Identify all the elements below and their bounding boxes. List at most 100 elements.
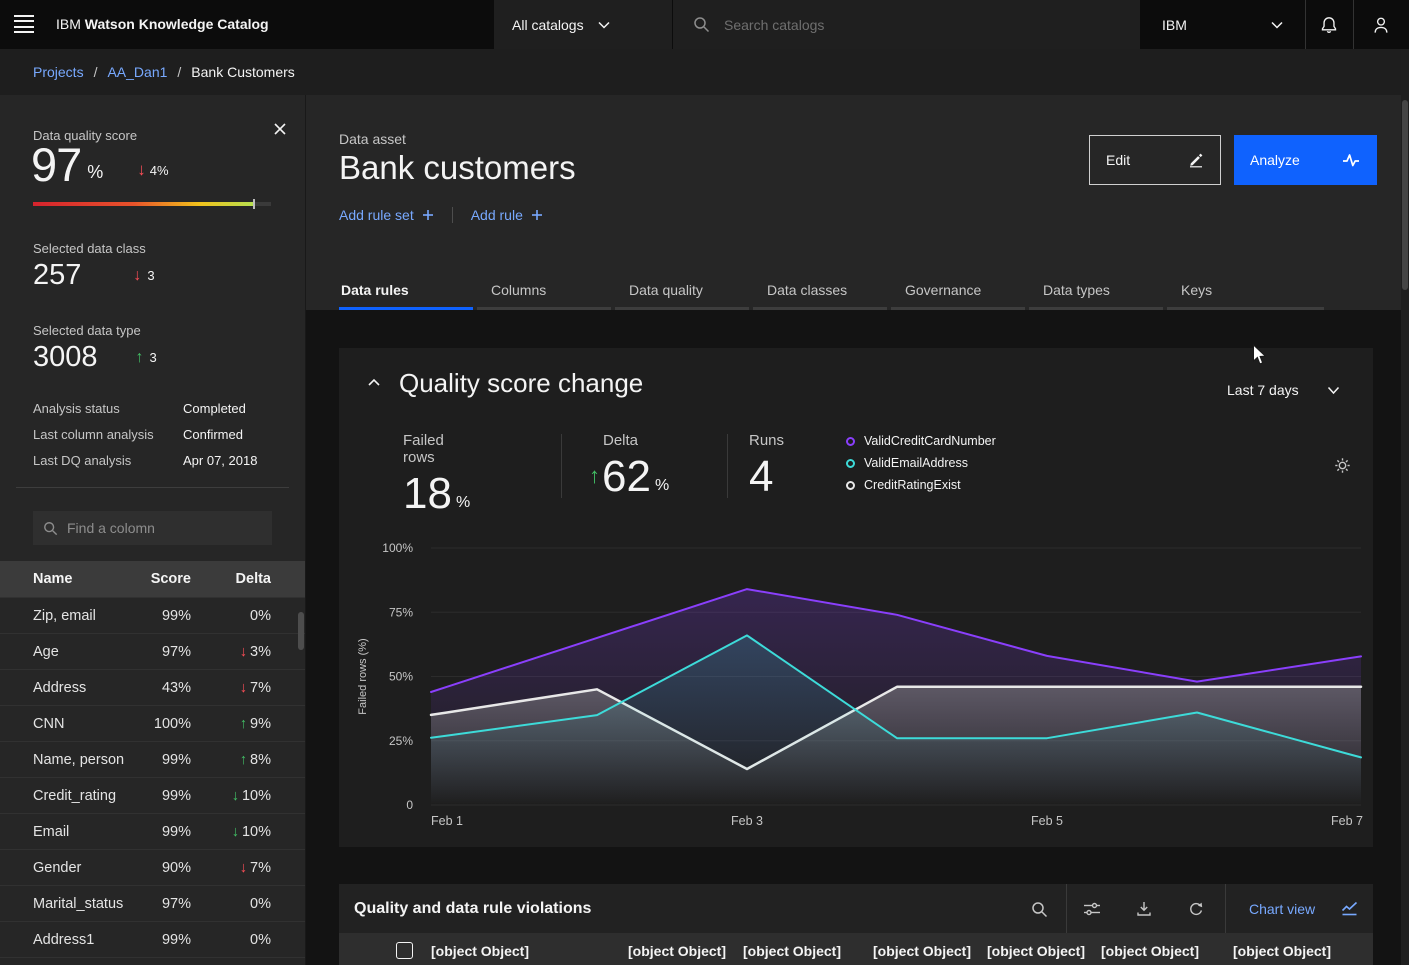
legend-item[interactable]: ValidCreditCardNumber: [846, 434, 996, 448]
delta-arrow-icon: ↑: [240, 752, 247, 768]
link-divider: [452, 207, 453, 223]
svg-text:0: 0: [406, 798, 413, 812]
svg-text:50%: 50%: [389, 670, 413, 684]
delta-arrow-icon: ↓: [240, 680, 247, 696]
add-rule-link[interactable]: Add rule: [471, 207, 543, 223]
svg-text:Feb 7: Feb 7: [1331, 814, 1363, 828]
analysis-status-list: Analysis status Completed Last column an…: [33, 401, 283, 479]
tab[interactable]: Data types: [1029, 270, 1163, 310]
reset-icon: [1188, 901, 1204, 917]
table-row[interactable]: CNN 100% ↑9%: [0, 705, 305, 741]
column-header: [object Object]: [628, 943, 726, 959]
asset-header: Data asset Bank customers Add rule set A…: [305, 95, 1409, 310]
column-header: [object Object]: [1101, 943, 1199, 959]
table-row[interactable]: ↑: [0, 957, 305, 965]
legend-item[interactable]: ValidEmailAddress: [846, 456, 996, 470]
search-input[interactable]: [724, 17, 1084, 33]
page-title: Bank customers: [339, 149, 576, 187]
table-row[interactable]: Email 99% ↓10%: [0, 813, 305, 849]
legend-item[interactable]: CreditRatingExist: [846, 478, 996, 492]
table-row[interactable]: Credit_rating 99% ↓10%: [0, 777, 305, 813]
kpi-divider: [561, 434, 562, 498]
chart-view-toggle[interactable]: Chart view: [1235, 884, 1358, 933]
notifications-button[interactable]: [1305, 0, 1353, 49]
kpi-delta: Delta ↑62%: [589, 432, 669, 499]
column-header: [object Object]: [743, 943, 841, 959]
reset-button[interactable]: [1179, 892, 1213, 926]
column-header: [object Object]: [1233, 943, 1331, 959]
stat-data-type: Selected data type 3008 ↑ 3: [33, 323, 157, 374]
asset-type-label: Data asset: [339, 131, 406, 147]
catalog-selector[interactable]: All catalogs: [494, 0, 672, 49]
chevron-down-icon: [1327, 386, 1340, 395]
sidebar-scrollbar[interactable]: [298, 612, 304, 650]
table-row[interactable]: Marital_status 97% 0%: [0, 885, 305, 921]
select-all-checkbox[interactable]: [396, 942, 413, 959]
add-rule-set-link[interactable]: Add rule set: [339, 207, 434, 223]
menu-icon[interactable]: [14, 15, 34, 33]
table-row[interactable]: Zip, email 99% 0%: [0, 597, 305, 633]
download-button[interactable]: [1127, 892, 1161, 926]
user-icon: [1372, 16, 1390, 34]
chevron-down-icon: [1271, 21, 1283, 29]
violations-search-button[interactable]: [1022, 892, 1056, 926]
delta-arrow-icon: ↓: [232, 788, 239, 804]
user-menu-button[interactable]: [1357, 0, 1405, 49]
kpi-divider: [727, 434, 728, 498]
close-sidebar-button[interactable]: [270, 119, 290, 139]
svg-text:100%: 100%: [382, 541, 413, 555]
delta-arrow-icon: ↓: [232, 824, 239, 840]
table-row[interactable]: Address 43% ↓7%: [0, 669, 305, 705]
chart-legend: ValidCreditCardNumber ValidEmailAddress …: [846, 434, 996, 492]
tab[interactable]: Governance: [891, 270, 1025, 310]
table-row[interactable]: Address1 99% 0%: [0, 921, 305, 957]
account-label: IBM: [1162, 17, 1187, 33]
breadcrumb-separator: /: [177, 64, 181, 80]
analyze-button[interactable]: Analyze: [1234, 135, 1377, 185]
violations-table-header: [object Object] [object Object] [object …: [339, 933, 1373, 965]
page-scrollbar-thumb[interactable]: [1402, 100, 1408, 290]
chart-title: Quality score change: [399, 368, 643, 399]
column-header: [object Object]: [987, 943, 1085, 959]
table-row[interactable]: Age 97% ↓3%: [0, 633, 305, 669]
search-icon: [43, 521, 58, 536]
tab[interactable]: Columns: [477, 270, 611, 310]
top-nav: IBM Watson Knowledge Catalog All catalog…: [0, 0, 1409, 49]
breadcrumb-current: Bank Customers: [191, 64, 294, 80]
columns-score-table: Name Score Delta Zip, email 99% 0% Age 9…: [0, 561, 305, 965]
table-row[interactable]: Name, person 99% ↑8%: [0, 741, 305, 777]
tab[interactable]: Keys: [1167, 270, 1324, 310]
filter-button[interactable]: [1075, 892, 1109, 926]
status-row: Analysis status Completed: [33, 401, 283, 416]
chart-settings-button[interactable]: [1334, 457, 1351, 474]
tab-content: Quality score change Last 7 days Failed …: [305, 310, 1409, 965]
global-search: [672, 0, 1140, 49]
account-selector[interactable]: IBM: [1140, 0, 1305, 49]
score-value-row: 97 % ↓ 4%: [31, 141, 169, 188]
time-range-dropdown[interactable]: Last 7 days: [1227, 382, 1340, 398]
plus-icon: [531, 209, 543, 221]
tab[interactable]: Data rules: [339, 270, 473, 310]
score-value: 97: [31, 141, 81, 188]
breadcrumb-project[interactable]: AA_Dan1: [107, 64, 167, 80]
sidebar-divider: [16, 487, 289, 488]
breadcrumb-separator: /: [94, 64, 98, 80]
brand-name: Watson Knowledge Catalog: [85, 16, 269, 32]
tab[interactable]: Data quality: [615, 270, 749, 310]
find-column-input[interactable]: [67, 520, 257, 536]
page-scrollbar[interactable]: [1401, 49, 1409, 965]
violations-title: Quality and data rule violations: [354, 900, 591, 918]
collapse-chevron-up-icon[interactable]: [367, 378, 381, 387]
breadcrumb-projects[interactable]: Projects: [33, 64, 84, 80]
edit-button[interactable]: Edit: [1089, 135, 1221, 185]
toolbar-divider: [1225, 884, 1226, 933]
activity-icon: [1341, 152, 1361, 168]
table-row[interactable]: Gender 90% ↓7%: [0, 849, 305, 885]
catalog-selector-label: All catalogs: [512, 17, 584, 33]
svg-text:Feb 1: Feb 1: [431, 814, 463, 828]
nav-divider: [1353, 0, 1354, 49]
status-row: Last DQ analysis Apr 07, 2018: [33, 453, 283, 468]
delta-arrow-icon: ↑: [240, 716, 247, 732]
tab[interactable]: Data classes: [753, 270, 887, 310]
kpi-runs: Runs 4: [749, 432, 784, 499]
